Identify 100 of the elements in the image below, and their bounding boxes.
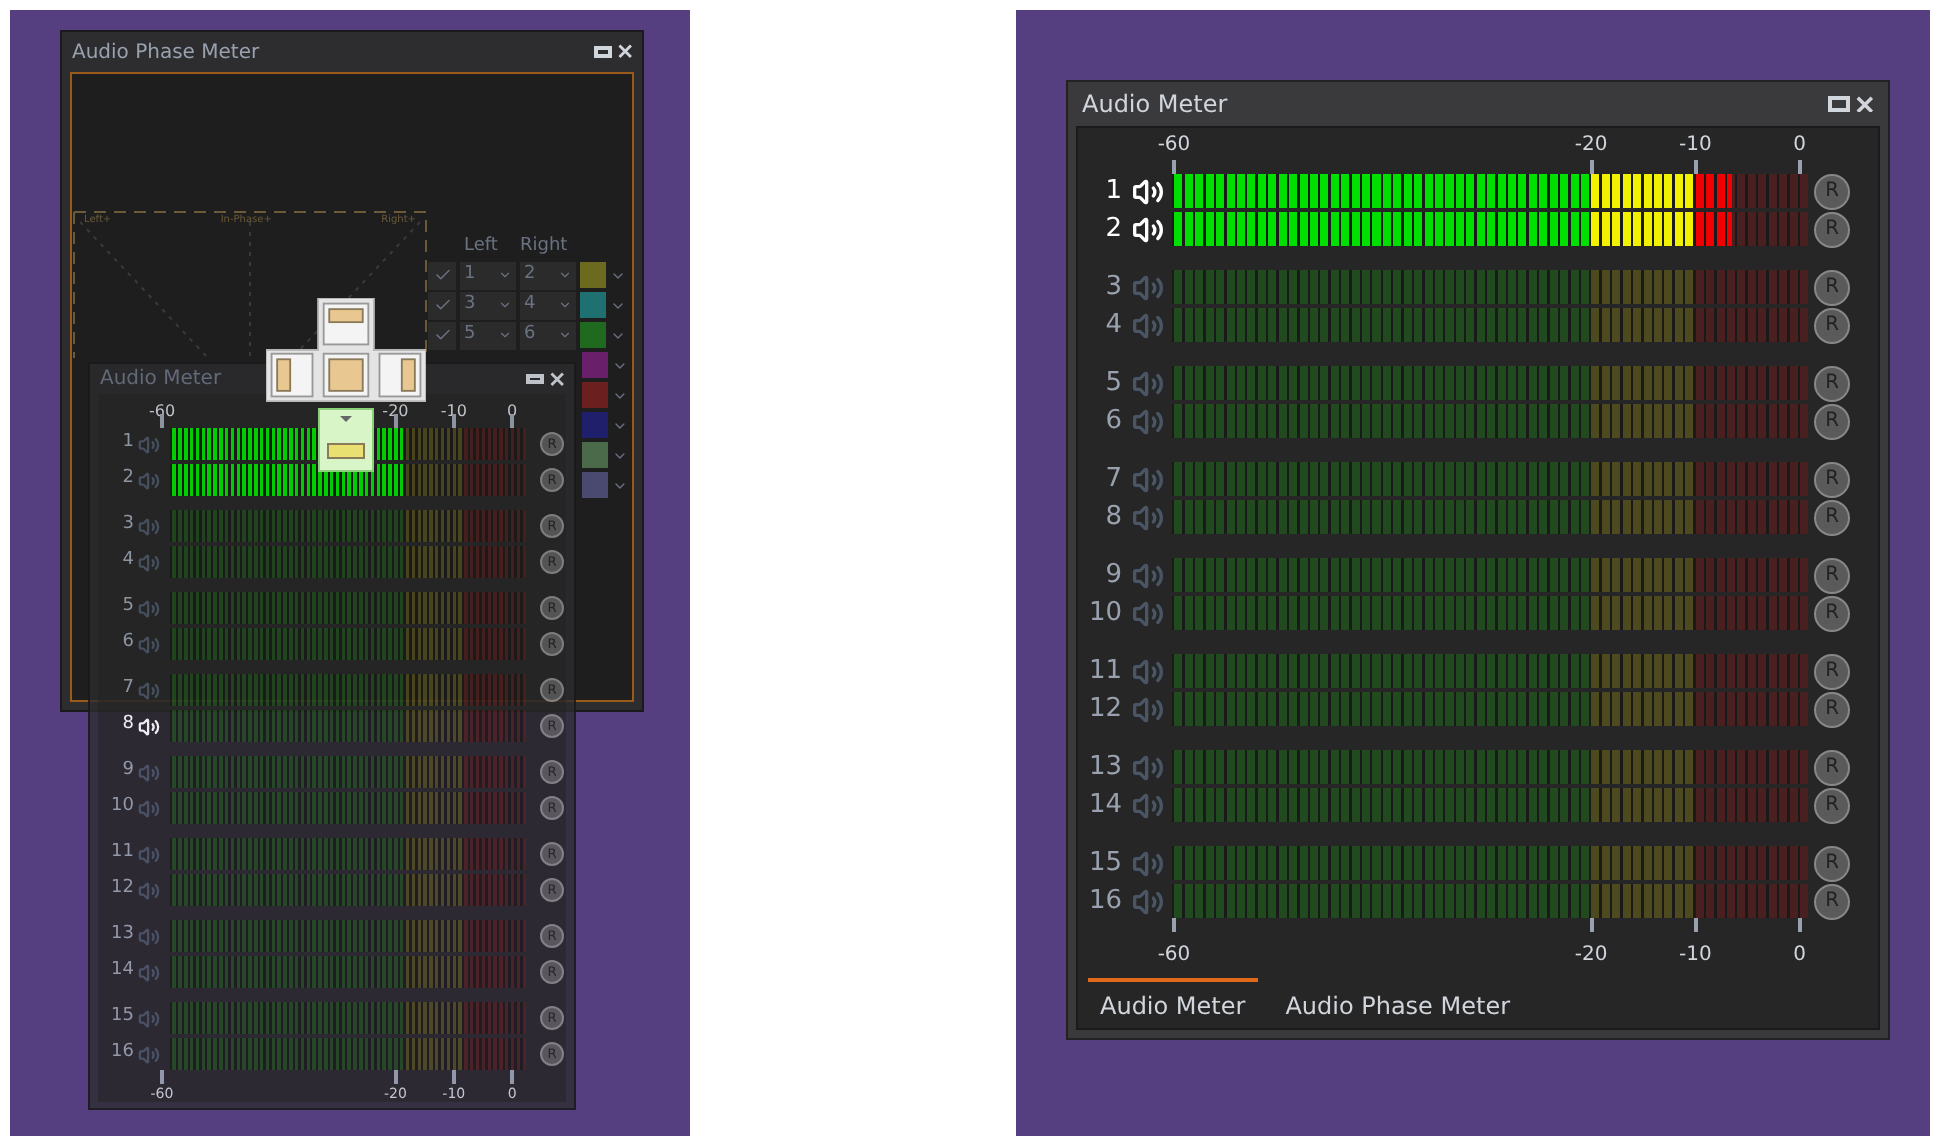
column-header: Right xyxy=(520,234,570,260)
reset-button[interactable]: R xyxy=(1814,691,1850,727)
checkbox[interactable] xyxy=(428,291,456,319)
tab[interactable]: Audio Meter xyxy=(1088,978,1258,1028)
dock-target-icon xyxy=(318,408,374,472)
channel-number: 2 xyxy=(1103,211,1122,248)
reset-button[interactable]: R xyxy=(1814,269,1850,305)
channel-select[interactable]: 6 xyxy=(520,321,576,349)
color-swatch[interactable] xyxy=(582,442,609,468)
tick-label: -60 xyxy=(1157,946,1191,966)
tick-mark xyxy=(451,414,456,428)
channel-number: 12 xyxy=(1086,691,1122,728)
tick-label: -60 xyxy=(148,404,176,420)
tick-mark xyxy=(451,1070,456,1084)
channel-number: 9 xyxy=(1103,557,1122,594)
reset-button[interactable]: R xyxy=(1814,403,1850,439)
tick-label: 0 xyxy=(1793,946,1806,966)
channel-number: 12 xyxy=(109,876,134,903)
close-icon[interactable] xyxy=(1856,95,1874,113)
window-title: Audio Meter xyxy=(100,366,222,394)
reset-button[interactable]: R xyxy=(1814,365,1850,401)
channel-number: 2 xyxy=(120,466,134,493)
tick-mark xyxy=(1693,160,1698,174)
channel-number: 4 xyxy=(1103,307,1122,344)
dock-guide-icon xyxy=(266,298,426,402)
channel-number: 11 xyxy=(109,840,134,867)
color-swatch[interactable] xyxy=(580,292,606,318)
channel-select[interactable]: 4 xyxy=(520,291,576,319)
channel-number: 6 xyxy=(120,630,134,657)
channel-number: 11 xyxy=(1086,653,1122,690)
channel-select[interactable]: 2 xyxy=(520,261,576,289)
caret-icon xyxy=(498,268,512,282)
color-swatch[interactable] xyxy=(582,412,609,438)
tick-mark xyxy=(1589,918,1594,932)
caret-icon xyxy=(558,268,572,282)
tick-mark xyxy=(1172,160,1176,174)
color-swatch[interactable] xyxy=(580,322,606,348)
reset-button[interactable]: R xyxy=(1814,173,1850,209)
tick-mark xyxy=(160,414,164,428)
tick-mark xyxy=(510,1070,515,1084)
color-swatch[interactable] xyxy=(582,472,609,498)
channel-number: 13 xyxy=(109,922,134,949)
channel-number: 15 xyxy=(109,1004,134,1031)
tick-mark xyxy=(1693,918,1698,932)
reset-button[interactable]: R xyxy=(1814,461,1850,497)
tick-mark xyxy=(510,414,515,428)
tab[interactable]: Audio Phase Meter xyxy=(1273,978,1523,1028)
reset-button[interactable]: R xyxy=(1814,653,1850,689)
tick-label: -20 xyxy=(382,404,409,420)
restore-icon[interactable] xyxy=(593,46,612,58)
reset-button[interactable]: R xyxy=(1814,499,1850,535)
column-header: Left xyxy=(464,234,500,260)
reset-button[interactable]: R xyxy=(1814,883,1850,919)
caret-icon xyxy=(498,298,512,312)
tick-label: -60 xyxy=(1157,136,1191,156)
restore-icon[interactable] xyxy=(525,373,544,385)
channel-select[interactable]: 3 xyxy=(460,291,516,319)
close-icon[interactable] xyxy=(617,44,632,60)
tick-mark xyxy=(1797,918,1802,932)
tick-label: -10 xyxy=(1678,946,1712,966)
tick-mark xyxy=(393,1070,398,1084)
speaker-icon[interactable] xyxy=(138,715,160,737)
channel-select[interactable]: 1 xyxy=(460,261,516,289)
close-icon[interactable] xyxy=(549,371,564,387)
reset-button[interactable]: R xyxy=(1814,557,1850,593)
speaker-icon[interactable] xyxy=(1132,175,1164,207)
channel-number: 16 xyxy=(1086,883,1122,920)
caret-icon xyxy=(558,298,572,312)
tick-mark xyxy=(1797,160,1802,174)
speaker-icon[interactable] xyxy=(1132,213,1164,245)
reset-button[interactable]: R xyxy=(1814,845,1850,881)
reset-button[interactable]: R xyxy=(1814,307,1850,343)
channel-number: 3 xyxy=(120,512,134,539)
channel-number: 1 xyxy=(1103,173,1122,210)
tick-mark xyxy=(1589,160,1594,174)
tick-mark xyxy=(1172,918,1176,932)
channel-number: 6 xyxy=(1103,403,1122,440)
checkbox[interactable] xyxy=(428,261,456,289)
channel-number: 5 xyxy=(120,594,134,621)
reset-button[interactable]: R xyxy=(1814,211,1850,247)
tick-label: -10 xyxy=(1678,136,1712,156)
color-swatch[interactable] xyxy=(582,352,609,378)
channel-number: 10 xyxy=(109,794,134,821)
channel-number: 5 xyxy=(1103,365,1122,402)
channel-number: 14 xyxy=(1086,787,1122,824)
checkbox[interactable] xyxy=(428,321,456,349)
restore-icon[interactable] xyxy=(1828,96,1851,112)
tick-mark xyxy=(393,414,398,428)
tick-label: 0 xyxy=(1793,136,1806,156)
color-swatch[interactable] xyxy=(580,262,606,288)
reset-button[interactable]: R xyxy=(1814,787,1850,823)
channel-number: 3 xyxy=(1103,269,1122,306)
reset-button[interactable]: R xyxy=(1814,749,1850,785)
channel-select[interactable]: 5 xyxy=(460,321,516,349)
channel-number: 10 xyxy=(1086,595,1122,632)
caret-icon xyxy=(558,328,572,342)
channel-number: 14 xyxy=(109,958,134,985)
channel-number: 15 xyxy=(1086,845,1122,882)
color-swatch[interactable] xyxy=(582,382,609,408)
reset-button[interactable]: R xyxy=(1814,595,1850,631)
